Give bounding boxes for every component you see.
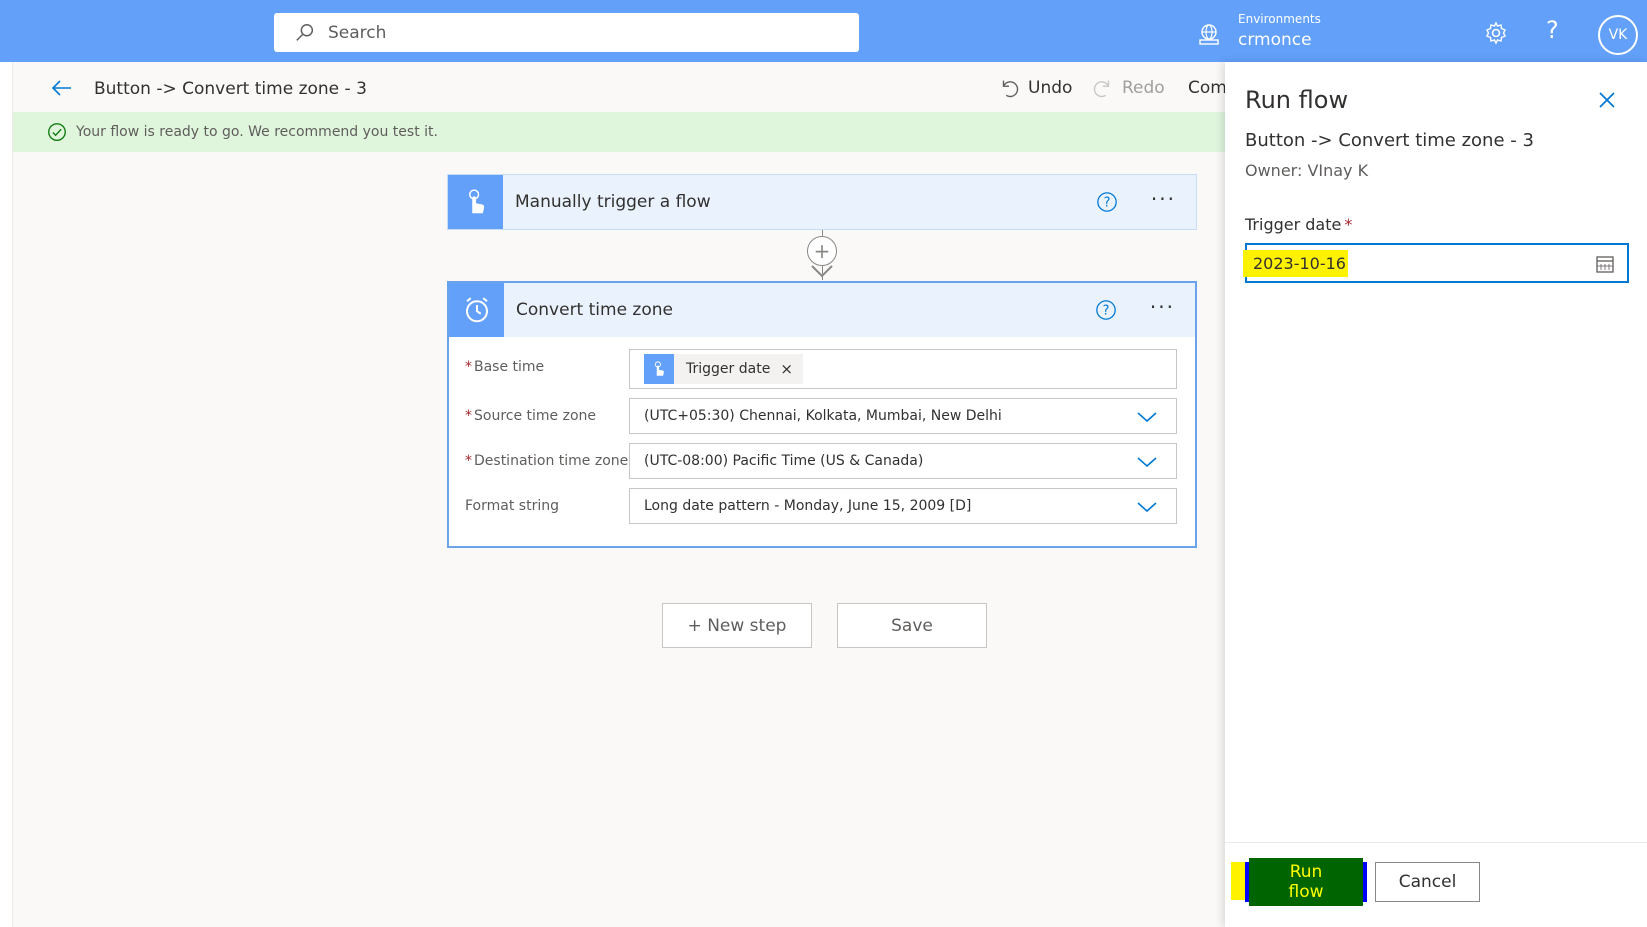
back-arrow-icon[interactable] (50, 76, 74, 100)
dynamic-content-token[interactable]: Trigger date × (644, 354, 803, 384)
top-bar: Environments crmonce ? VK (0, 0, 1647, 62)
required-mark: * (465, 359, 472, 375)
field-label: * Base time (465, 359, 545, 375)
settings-gear-icon[interactable] (1484, 21, 1508, 45)
svg-text:?: ? (1104, 196, 1111, 211)
comments-label: Comments (1188, 78, 1225, 98)
ready-banner: Your flow is ready to go. We recommend y… (13, 112, 1225, 152)
action-card-title: Convert time zone (516, 300, 673, 320)
chevron-down-icon (1137, 412, 1157, 423)
help-icon[interactable]: ? (1546, 16, 1559, 44)
search-icon (296, 23, 314, 41)
trigger-date-label: Trigger date * (1245, 215, 1353, 234)
more-options-icon[interactable]: ··· (1150, 295, 1175, 319)
undo-label: Undo (1028, 78, 1073, 98)
trigger-card-header[interactable]: Manually trigger a flow ? ··· (448, 175, 1196, 229)
redo-icon (1093, 80, 1110, 98)
search-box[interactable] (274, 13, 859, 52)
touch-hand-icon (644, 354, 674, 384)
chevron-down-icon (1137, 457, 1157, 468)
panel-owner: Owner: VInay K (1245, 161, 1369, 180)
field-source-time-zone: * Source time zone (UTC+05:30) Chennai, K… (465, 398, 1181, 434)
run-flow-panel: Run flow Button -> Convert time zone - 3… (1225, 62, 1647, 927)
alarm-clock-icon (449, 283, 504, 337)
environment-globe-icon[interactable] (1197, 22, 1221, 46)
comments-button[interactable]: Comments (1180, 77, 1225, 99)
required-mark: * (465, 408, 472, 424)
field-label: * Source time zone (465, 408, 597, 424)
more-options-icon[interactable]: ··· (1151, 187, 1176, 211)
check-circle-icon (48, 123, 66, 141)
panel-title: Run flow (1245, 86, 1349, 114)
chevron-down-icon (1137, 502, 1157, 513)
cancel-button[interactable]: Cancel (1375, 862, 1480, 902)
redo-label: Redo (1122, 78, 1165, 98)
search-input[interactable] (328, 22, 808, 43)
trigger-date-value[interactable]: 2023-10-16 (1243, 249, 1348, 277)
trigger-card-title: Manually trigger a flow (515, 192, 711, 212)
touch-hand-icon (448, 175, 503, 229)
select-value: (UTC-08:00) Pacific Time (US & Canada) (644, 453, 924, 469)
remove-token-icon[interactable]: × (780, 360, 793, 378)
select-value: Long date pattern - Monday, June 15, 200… (644, 498, 972, 514)
run-flow-button[interactable]: Run flow (1245, 858, 1367, 906)
destination-time-zone-select[interactable]: (UTC-08:00) Pacific Time (US & Canada) (629, 443, 1177, 479)
trigger-date-input[interactable]: 2023-10-16 (1243, 243, 1629, 283)
banner-message: Your flow is ready to go. We recommend y… (76, 124, 438, 140)
field-base-time: * Base time Trigger date × (465, 349, 1181, 389)
required-mark: * (465, 453, 472, 469)
close-icon[interactable] (1597, 90, 1617, 110)
field-format-string: Format string Long date pattern - Monday… (465, 488, 1181, 524)
undo-button[interactable]: Undo (998, 77, 1072, 99)
footer-divider (1225, 842, 1647, 843)
avatar[interactable]: VK (1598, 15, 1638, 55)
field-destination-time-zone: * Destination time zone (UTC-08:00) Pacif… (465, 443, 1181, 479)
arrow-down-icon (811, 265, 833, 278)
field-label: Format string (465, 498, 559, 514)
select-value: (UTC+05:30) Chennai, Kolkata, Mumbai, Ne… (644, 408, 1002, 424)
save-button[interactable]: Save (837, 603, 987, 648)
undo-icon (1002, 80, 1019, 98)
flow-title: Button -> Convert time zone - 3 (94, 79, 367, 99)
panel-flow-name: Button -> Convert time zone - 3 (1245, 130, 1534, 151)
help-circle-icon[interactable]: ? (1096, 191, 1118, 213)
svg-text:?: ? (1103, 304, 1110, 319)
format-string-select[interactable]: Long date pattern - Monday, June 15, 200… (629, 488, 1177, 524)
redo-button[interactable]: Redo (1092, 77, 1165, 99)
calendar-icon[interactable] (1595, 254, 1615, 274)
field-label: * Destination time zone (465, 453, 629, 469)
new-step-button[interactable]: + New step (662, 603, 812, 648)
help-circle-icon[interactable]: ? (1095, 299, 1117, 321)
run-flow-label: Run flow (1249, 858, 1363, 906)
base-time-input[interactable]: Trigger date × (629, 349, 1177, 389)
action-card-header[interactable]: Convert time zone ? ··· (449, 283, 1195, 337)
source-time-zone-select[interactable]: (UTC+05:30) Chennai, Kolkata, Mumbai, Ne… (629, 398, 1177, 434)
environment-name[interactable]: crmonce (1238, 30, 1312, 50)
left-nav-strip (0, 62, 13, 927)
required-mark: * (1344, 215, 1353, 234)
token-label: Trigger date (686, 361, 771, 377)
convert-time-zone-card[interactable]: Convert time zone ? ··· * Base time Trigg… (447, 281, 1197, 548)
trigger-card[interactable]: Manually trigger a flow ? ··· (447, 174, 1197, 230)
environments-label[interactable]: Environments (1238, 12, 1321, 26)
